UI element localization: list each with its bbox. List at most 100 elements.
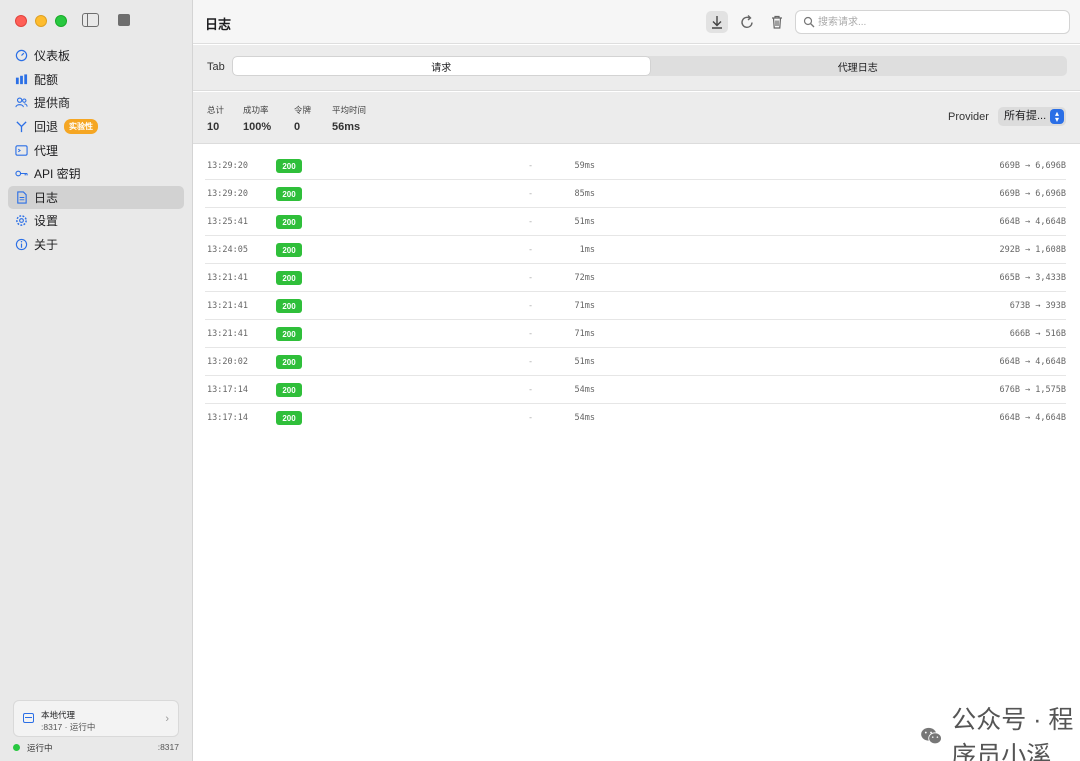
- sidebar-item-label: 日志: [34, 190, 59, 205]
- zoom-window-button[interactable]: [55, 15, 67, 27]
- log-row[interactable]: 13:29:20 200 - 59ms 669B → 6,696B: [205, 152, 1066, 180]
- log-model: -: [528, 329, 534, 339]
- refresh-button[interactable]: [736, 11, 758, 33]
- sidebar-item-providers[interactable]: 提供商: [8, 91, 184, 115]
- server-icon: [23, 713, 34, 723]
- stat-label: 成功率: [243, 105, 269, 115]
- tab-requests[interactable]: 请求: [233, 57, 650, 75]
- log-row[interactable]: 13:20:02 200 - 51ms 664B → 4,664B: [205, 348, 1066, 376]
- provider-selected-value: 所有提...: [1004, 110, 1047, 122]
- proxy-card-subtitle: :8317 · 运行中: [41, 722, 96, 732]
- provider-label: Provider: [948, 111, 989, 123]
- sidebar-toggle-icon[interactable]: [82, 13, 99, 27]
- status-dot-icon: [13, 744, 20, 751]
- sidebar-item-label: 代理: [34, 143, 59, 158]
- log-row[interactable]: 13:21:41 200 - 71ms 666B → 516B: [205, 320, 1066, 348]
- log-row[interactable]: 13:25:41 200 - 51ms 664B → 4,664B: [205, 208, 1066, 236]
- log-model: -: [528, 413, 534, 423]
- sidebar-item-settings[interactable]: 设置: [8, 209, 184, 233]
- status-badge: 200: [276, 271, 302, 285]
- sidebar-item-label: 设置: [34, 214, 59, 229]
- sidebar-item-api-keys[interactable]: API 密钥: [8, 162, 184, 186]
- chevron-right-icon: ›: [165, 713, 169, 725]
- gauge-icon: [15, 49, 28, 62]
- log-size: 669B → 6,696B: [999, 161, 1066, 171]
- sidebar-item-about[interactable]: 关于: [8, 233, 184, 257]
- log-row[interactable]: 13:24:05 200 - 1ms 292B → 1,608B: [205, 236, 1066, 264]
- stat-avg-time: 平均时间 56ms: [332, 104, 366, 133]
- users-icon: [15, 96, 28, 109]
- sidebar-item-label: 回退: [34, 120, 59, 135]
- log-latency: 51ms: [574, 217, 595, 227]
- sidebar-item-fallback[interactable]: 回退 实验性: [8, 115, 184, 139]
- sidebar-nav: 仪表板 配额 提供商 回退 实验性 代理 API 密钥 日志 设置 关于: [8, 44, 184, 256]
- log-time: 13:20:02: [207, 357, 248, 367]
- refresh-icon: [741, 15, 753, 29]
- provider-select[interactable]: 所有提... ▴ ▾: [998, 107, 1066, 126]
- stat-label: 总计: [207, 105, 225, 115]
- stat-value: 56ms: [332, 121, 361, 133]
- download-icon: [712, 16, 722, 29]
- log-model: -: [528, 273, 534, 283]
- proxy-card-title: 本地代理: [41, 710, 76, 720]
- stat-label: 平均时间: [332, 105, 367, 115]
- wechat-icon: [921, 727, 942, 745]
- toolbar: 日志: [193, 0, 1080, 44]
- log-size: 669B → 6,696B: [999, 189, 1066, 199]
- stop-icon[interactable]: [118, 14, 130, 26]
- status-badge: 200: [276, 327, 302, 341]
- log-size: 673B → 393B: [1009, 301, 1066, 311]
- log-model: -: [528, 301, 534, 311]
- app-window: 仪表板 配额 提供商 回退 实验性 代理 API 密钥 日志 设置 关于 本地代…: [0, 0, 1080, 761]
- delete-button[interactable]: [766, 11, 788, 33]
- local-proxy-card[interactable]: 本地代理 :8317 · 运行中 ›: [13, 700, 179, 737]
- experimental-badge: 实验性: [64, 119, 99, 135]
- info-icon: [15, 238, 28, 251]
- search-field[interactable]: [795, 10, 1070, 34]
- log-time: 13:24:05: [207, 245, 248, 255]
- stat-value: 0: [294, 121, 301, 133]
- log-row[interactable]: 13:17:14 200 - 54ms 676B → 1,575B: [205, 376, 1066, 404]
- log-row[interactable]: 13:21:41 200 - 71ms 673B → 393B: [205, 292, 1066, 320]
- stat-success-rate: 成功率 100%: [243, 104, 271, 133]
- sidebar-item-dashboard[interactable]: 仪表板: [8, 44, 184, 68]
- log-time: 13:17:14: [207, 385, 248, 395]
- watermark-text: 公众号 · 程序员小溪: [951, 706, 1074, 761]
- search-input[interactable]: [818, 14, 1058, 30]
- sidebar-item-proxy[interactable]: 代理: [8, 138, 184, 162]
- log-row[interactable]: 13:29:20 200 - 85ms 669B → 6,696B: [205, 180, 1066, 208]
- tab-label: Tab: [207, 61, 225, 73]
- status-badge: 200: [276, 215, 302, 229]
- terminal-icon: [15, 144, 28, 157]
- log-size: 666B → 516B: [1009, 329, 1066, 339]
- status-badge: 200: [276, 187, 302, 201]
- download-button[interactable]: [706, 11, 728, 33]
- sidebar-item-label: 配额: [34, 72, 59, 87]
- tab-proxy-logs[interactable]: 代理日志: [650, 57, 1067, 75]
- log-latency: 85ms: [574, 189, 595, 199]
- log-latency: 59ms: [574, 161, 595, 171]
- log-model: -: [528, 245, 534, 255]
- page-title: 日志: [205, 17, 232, 32]
- log-row[interactable]: 13:21:41 200 - 72ms 665B → 3,433B: [205, 264, 1066, 292]
- log-model: -: [528, 217, 534, 227]
- status-port: :8317: [157, 742, 179, 752]
- status-badge: 200: [276, 411, 302, 425]
- status-badge: 200: [276, 243, 302, 257]
- log-latency: 71ms: [574, 329, 595, 339]
- log-time: 13:21:41: [207, 329, 248, 339]
- minimize-window-button[interactable]: [35, 15, 47, 27]
- log-row[interactable]: 13:17:14 200 - 54ms 664B → 4,664B: [205, 404, 1066, 432]
- close-window-button[interactable]: [15, 15, 27, 27]
- stat-total: 总计 10: [207, 104, 224, 133]
- log-time: 13:29:20: [207, 189, 248, 199]
- fork-icon: [15, 120, 28, 133]
- sidebar-item-label: 仪表板: [34, 49, 71, 64]
- log-size: 664B → 4,664B: [999, 357, 1066, 367]
- sidebar-item-quota[interactable]: 配额: [8, 68, 184, 92]
- log-model: -: [528, 357, 534, 367]
- log-time: 13:25:41: [207, 217, 248, 227]
- window-controls: [15, 15, 67, 27]
- sidebar-item-logs[interactable]: 日志: [8, 185, 184, 210]
- sidebar-item-label: 关于: [34, 238, 59, 253]
